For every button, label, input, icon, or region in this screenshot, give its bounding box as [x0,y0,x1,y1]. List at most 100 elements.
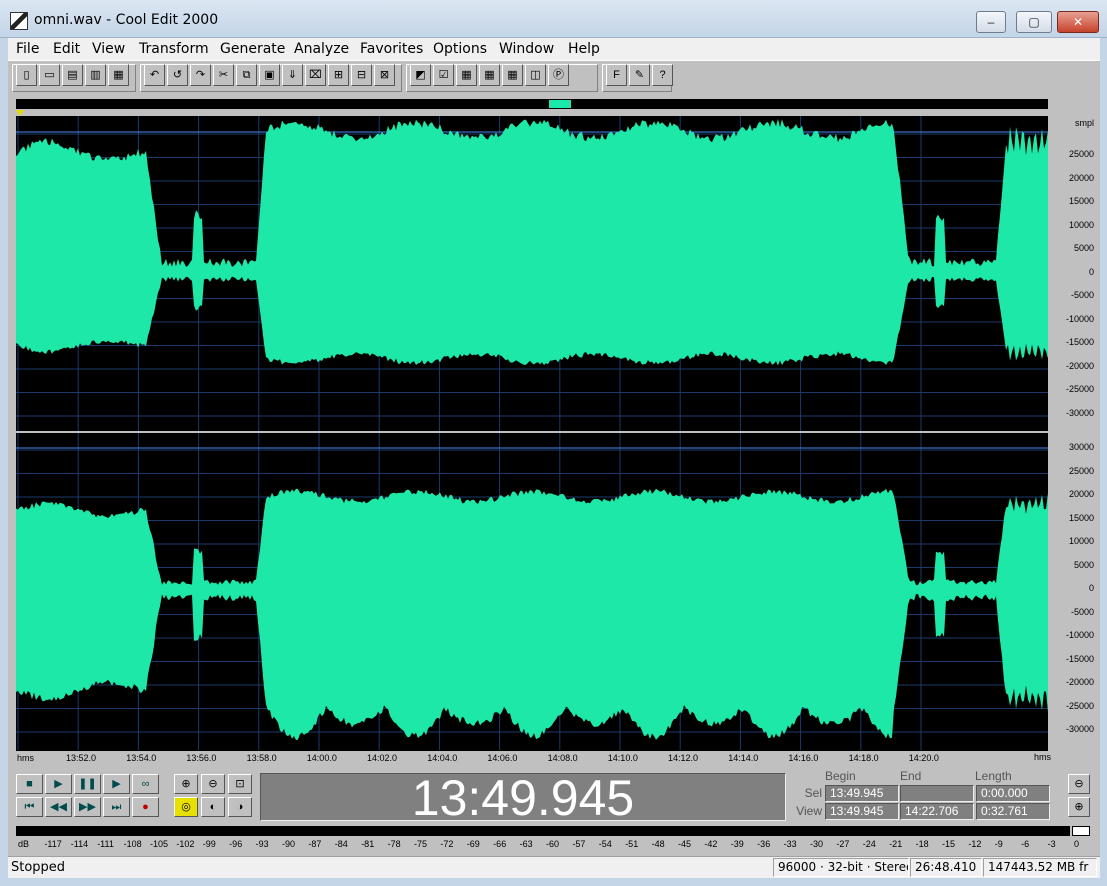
zoom-left-icon[interactable]: ◐ [201,797,225,817]
view-end-field[interactable]: 14:22.706 [900,803,974,820]
help-icon[interactable]: ? [652,64,673,86]
save-selection-icon[interactable]: ▥ [85,64,106,86]
menu-analyze[interactable]: Analyze [294,41,349,57]
grid2-icon[interactable]: ▦ [456,64,477,86]
amplitude-tick-label: 30000 [1068,442,1094,452]
maximize-button[interactable]: ▢ [1016,11,1052,33]
view-length-field[interactable]: 0:32.761 [976,803,1050,820]
settings-icon[interactable]: ✎ [629,64,650,86]
overview-view-range[interactable] [549,100,571,108]
go-to-start-button[interactable]: ⏮ [16,797,43,817]
play-button[interactable]: ▶ [45,774,72,794]
select-all-icon[interactable]: ⊟ [351,64,372,86]
spectral-view-icon[interactable]: ⊠ [374,64,395,86]
amplitude-tick-label: 20000 [1068,172,1094,183]
overview-bar[interactable] [16,99,1048,109]
meter-tick-label: -87 [308,839,322,849]
selection-view-panel: Begin End Length Sel View 13:49.945 0:00… [788,768,1060,824]
grid3-icon[interactable]: ▦ [479,64,500,86]
close-button[interactable]: ✕ [1057,11,1099,33]
rewind-button[interactable]: ◀◀ [45,797,72,817]
go-to-end-button[interactable]: ⏭ [103,797,130,817]
menu-favorites[interactable]: Favorites [360,41,423,57]
zoom-right-icon[interactable]: ◑ [228,797,252,817]
time-tick-label: 13:58.0 [246,753,277,763]
meter-tick-label: -33 [783,839,797,849]
menu-file[interactable]: File [16,41,39,57]
meter-tick-label: -15 [942,839,956,849]
waveform-display[interactable] [16,116,1048,750]
menu-options[interactable]: Options [433,41,487,57]
trim-icon[interactable]: ⌧ [305,64,326,86]
stop-button[interactable]: ■ [16,774,43,794]
play-to-end-button[interactable]: ▶ [103,774,130,794]
new-icon[interactable]: ▯ [16,64,37,86]
app-icon[interactable] [10,12,28,30]
zoom-full-icon[interactable]: ⊡ [228,774,252,794]
zoom-in-horizontal-icon[interactable]: ⊕ [174,774,198,794]
meter-tick-label: -21 [889,839,903,849]
zoom-selection-icon[interactable]: ◎ [174,797,198,817]
zoom-out-horizontal-icon[interactable]: ⊖ [201,774,225,794]
sel-length-field[interactable]: 0:00.000 [976,785,1050,802]
loop-button[interactable]: ∞ [132,774,159,794]
grid-icon[interactable]: ☑ [433,64,454,86]
play-list-icon[interactable]: ◫ [525,64,546,86]
favorite-f-icon[interactable]: F [606,64,627,86]
amplitude-tick-label: -10000 [1065,630,1094,640]
save-all-icon[interactable]: ▦ [108,64,129,86]
zoom-out-vertical-icon[interactable]: ⊖ [1068,774,1090,794]
menu-generate[interactable]: Generate [220,41,285,57]
snap-icon[interactable]: ◩ [410,64,431,86]
amplitude-tick-label: 5000 [1073,559,1094,570]
paste-icon[interactable]: ▣ [259,64,280,86]
menu-window[interactable]: Window [499,41,554,57]
menu-view[interactable]: View [92,41,125,57]
time-tick-label: 14:00.0 [306,753,337,763]
frequency-icon[interactable]: ▦ [502,64,523,86]
amplitude-tick-label: -30000 [1065,724,1094,734]
sel-begin-field[interactable]: 13:49.945 [825,785,899,802]
time-ruler[interactable]: hms 13:52.0 13:54.0 13:56.0 13:58.0 14:00.0 1… [16,750,1048,766]
meter-tick-label: -54 [598,839,612,849]
cut-icon[interactable]: ✂ [213,64,234,86]
open-icon[interactable]: ▭ [39,64,60,86]
meter-tick-label: 0 [1074,839,1080,849]
meter-tick-label: -48 [651,839,665,849]
meter-tick-label: -96 [229,839,243,849]
undo-icon[interactable]: ↶ [144,64,165,86]
meter-tick-label: -63 [519,839,533,849]
copy-icon[interactable]: ⧉ [236,64,257,86]
cd-icon[interactable]: Ⓟ [548,64,569,86]
amplitude-tick-label: 25000 [1068,465,1094,476]
menu-transform[interactable]: Transform [139,41,209,57]
status-format: 96000 · 32-bit · Stereo [773,858,909,877]
meter-tick-label: -66 [493,839,507,849]
pause-button[interactable]: ❚❚ [74,774,101,794]
time-tick-label: 14:18.0 [848,753,879,763]
minimize-button[interactable]: – [976,11,1006,33]
meter-tick-label: -117 [44,839,62,849]
delete-icon[interactable]: ⊞ [328,64,349,86]
menu-edit[interactable]: Edit [53,41,80,57]
status-bar: Stopped 96000 · 32-bit · Stereo 26:48.41… [8,856,1100,878]
time-tick-label: 13:56.0 [186,753,217,763]
window-frame-right [1100,38,1107,878]
record-button[interactable]: ● [132,797,159,817]
zoom-in-vertical-icon[interactable]: ⊕ [1068,797,1090,817]
view-begin-field[interactable]: 13:49.945 [825,803,899,820]
menu-help[interactable]: Help [568,41,600,57]
meter-tick-label: -51 [625,839,639,849]
meter-tick-label: -45 [678,839,692,849]
save-icon[interactable]: ▤ [62,64,83,86]
sel-end-field[interactable] [900,785,974,802]
fast-forward-button[interactable]: ▶▶ [74,797,101,817]
undo-enable-icon[interactable]: ↺ [167,64,188,86]
mix-paste-icon[interactable]: ⇓ [282,64,303,86]
amplitude-tick-label: 15000 [1068,196,1094,206]
time-tick-label: 14:12.0 [668,753,699,763]
meter-tick-label: -75 [414,839,428,849]
meter-tick-label: -72 [440,839,454,849]
redo-icon[interactable]: ↷ [190,64,211,86]
amplitude-tick-label: -30000 [1065,407,1094,418]
